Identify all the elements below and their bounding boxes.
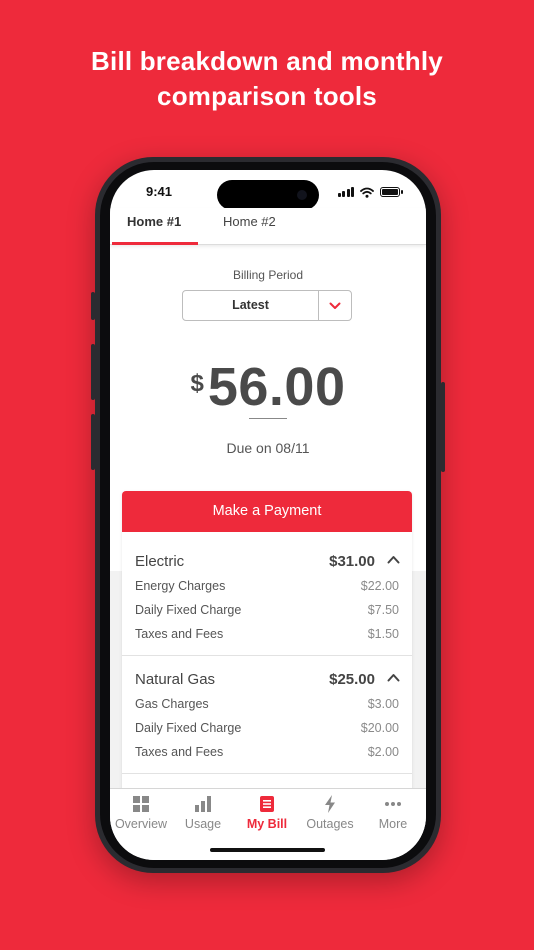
- bill-breakdown-card: Make a Payment Electric $31.00 Energy Ch…: [122, 491, 412, 811]
- chevron-up-icon[interactable]: [387, 555, 400, 564]
- nav-overview[interactable]: Overview: [110, 795, 172, 831]
- phone-action-button: [91, 292, 95, 320]
- section-title: Natural Gas: [135, 671, 216, 688]
- line-item: Taxes and Fees $2.00: [135, 745, 399, 759]
- line-amount: $22.00: [360, 579, 399, 593]
- section-total: $25.00: [329, 671, 375, 688]
- nav-label: Usage: [184, 817, 222, 831]
- home-tabs: Home #1 Home #2: [110, 208, 426, 245]
- chevron-up-icon[interactable]: [387, 673, 400, 682]
- amount-divider: [249, 418, 287, 419]
- section-divider: [122, 773, 412, 774]
- tab-home-2[interactable]: Home #2: [223, 214, 276, 229]
- camera-icon: [297, 190, 307, 200]
- nav-label: Overview: [114, 817, 168, 831]
- nav-my-bill[interactable]: My Bill: [236, 795, 298, 831]
- section-title: Electric: [135, 553, 185, 570]
- make-payment-button[interactable]: Make a Payment: [122, 491, 412, 532]
- billing-period-label: Billing Period: [232, 268, 304, 282]
- nav-label: My Bill: [246, 817, 288, 831]
- home-indicator[interactable]: [210, 848, 325, 852]
- due-date: Due on 08/11: [226, 440, 310, 456]
- line-label: Daily Fixed Charge: [135, 721, 242, 735]
- line-label: Taxes and Fees: [135, 745, 224, 759]
- line-amount: $20.00: [360, 721, 399, 735]
- nav-outages[interactable]: Outages: [299, 795, 361, 831]
- battery-icon: [380, 187, 403, 197]
- headline-line-2: comparison tools: [157, 81, 377, 111]
- headline-line-1: Bill breakdown and monthly: [91, 46, 443, 76]
- phone-power-button: [441, 382, 445, 472]
- bill-icon: [260, 796, 274, 812]
- grid-icon: [133, 796, 149, 812]
- section-divider: [122, 655, 412, 656]
- bill-amount: $56.00: [110, 356, 426, 418]
- phone-volume-up-button: [91, 344, 95, 400]
- line-amount: $1.50: [367, 627, 399, 641]
- line-amount: $3.00: [367, 697, 399, 711]
- section-total: $31.00: [329, 553, 375, 570]
- nav-label: Outages: [306, 817, 354, 831]
- chevron-down-icon[interactable]: [318, 291, 351, 320]
- phone-volume-down-button: [91, 414, 95, 470]
- app-screen: 9:41 Home #1 Home #2 Billing Period Late…: [110, 170, 426, 860]
- dynamic-island: [217, 180, 319, 210]
- currency-symbol: $: [190, 370, 204, 397]
- billing-period-select[interactable]: Latest: [182, 290, 352, 321]
- wifi-icon: [360, 187, 374, 198]
- line-label: Energy Charges: [135, 579, 226, 593]
- active-tab-indicator: [112, 242, 198, 245]
- line-label: Gas Charges: [135, 697, 209, 711]
- line-item: Taxes and Fees $1.50: [135, 627, 399, 641]
- nav-more[interactable]: More: [362, 795, 424, 831]
- line-amount: $2.00: [367, 745, 399, 759]
- line-item: Daily Fixed Charge $7.50: [135, 603, 399, 617]
- nav-label: More: [378, 817, 408, 831]
- promo-headline: Bill breakdown and monthly comparison to…: [0, 44, 534, 114]
- line-label: Daily Fixed Charge: [135, 603, 242, 617]
- billing-period-value: Latest: [232, 298, 269, 312]
- bar-chart-icon: [195, 796, 211, 812]
- amount-value: 56.00: [207, 357, 346, 417]
- status-icons: [337, 186, 403, 198]
- line-item: Energy Charges $22.00: [135, 579, 399, 593]
- cellular-signal-icon: [337, 187, 354, 197]
- more-dots-icon: [385, 802, 401, 806]
- line-label: Taxes and Fees: [135, 627, 224, 641]
- line-item: Daily Fixed Charge $20.00: [135, 721, 399, 735]
- nav-usage[interactable]: Usage: [172, 795, 234, 831]
- line-item: Gas Charges $3.00: [135, 697, 399, 711]
- tab-home-1[interactable]: Home #1: [127, 214, 181, 229]
- lightning-icon: [325, 795, 335, 813]
- status-time: 9:41: [146, 184, 173, 199]
- line-amount: $7.50: [367, 603, 399, 617]
